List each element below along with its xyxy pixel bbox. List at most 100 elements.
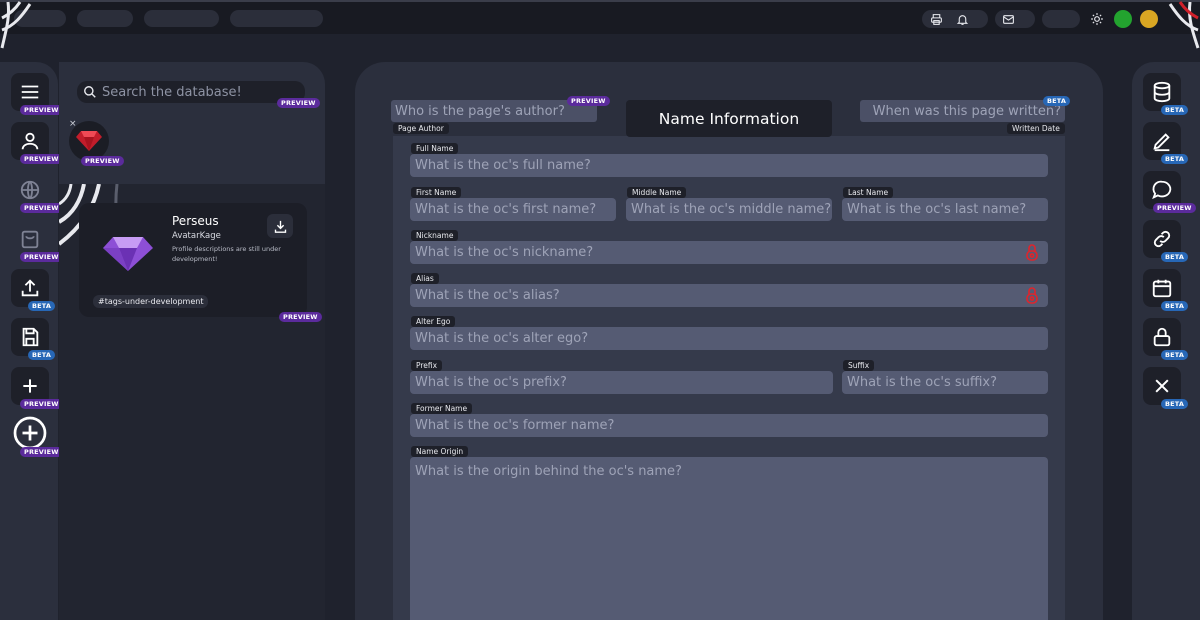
search-input[interactable]: Search the database! xyxy=(77,81,305,103)
bag-icon xyxy=(21,230,39,249)
top-bar xyxy=(0,0,1200,34)
link-icon xyxy=(1153,230,1171,248)
prefix-placeholder: What is the oc's prefix? xyxy=(415,375,567,390)
lock-icon[interactable] xyxy=(1026,287,1038,304)
page-author-placeholder: Who is the page's author? xyxy=(395,103,565,119)
former-name-input[interactable]: What is the oc's former name? xyxy=(410,414,1048,437)
alias-placeholder: What is the oc's alias? xyxy=(415,288,560,303)
lock-icon xyxy=(1153,327,1171,347)
full-name-placeholder: What is the oc's full name? xyxy=(415,158,591,173)
badge-preview: PREVIEW xyxy=(20,203,63,213)
badge-preview: PREVIEW xyxy=(20,252,63,262)
prefix-label: Prefix xyxy=(411,360,443,371)
written-date-input[interactable]: When was this page written? xyxy=(860,100,1065,122)
middle-name-input[interactable]: What is the oc's middle name? xyxy=(626,198,832,221)
last-name-label: Last Name xyxy=(843,187,894,198)
status-green-dot[interactable] xyxy=(1114,10,1132,28)
alias-input[interactable]: What is the oc's alias? xyxy=(410,284,1048,307)
printer-icon[interactable] xyxy=(926,10,946,28)
alter-ego-label: Alter Ego xyxy=(411,316,456,327)
profile-description: Profile descriptions are still under dev… xyxy=(172,245,281,263)
full-name-input[interactable]: What is the oc's full name? xyxy=(410,154,1048,177)
save-icon xyxy=(22,327,39,347)
first-name-placeholder: What is the oc's first name? xyxy=(415,202,597,217)
prefix-input[interactable]: What is the oc's prefix? xyxy=(410,371,833,394)
bell-icon[interactable] xyxy=(952,10,972,28)
corner-decoration-left xyxy=(0,1,32,49)
middle-name-label: Middle Name xyxy=(627,187,687,198)
badge-beta: BETA xyxy=(1161,252,1189,262)
badge-beta: BETA xyxy=(1161,399,1189,409)
written-date-label: Written Date xyxy=(1007,123,1065,134)
nickname-placeholder: What is the oc's nickname? xyxy=(415,245,594,260)
nav-pill-3[interactable] xyxy=(144,10,219,27)
avatar-badge: PREVIEW xyxy=(81,156,124,166)
badge-preview: PREVIEW xyxy=(20,399,63,409)
page-author-badge: PREVIEW xyxy=(567,96,610,106)
mail-icon[interactable] xyxy=(998,10,1018,28)
last-name-input[interactable]: What is the oc's last name? xyxy=(842,198,1048,221)
corner-decoration-right xyxy=(1168,1,1200,49)
lock-icon[interactable] xyxy=(1026,244,1038,261)
first-name-input[interactable]: What is the oc's first name? xyxy=(410,198,616,221)
profile-card[interactable]: Perseus AvatarKage Profile descriptions … xyxy=(79,203,307,317)
globe-icon xyxy=(20,180,40,200)
badge-preview: PREVIEW xyxy=(20,447,63,457)
nav-pill-4[interactable] xyxy=(230,10,323,27)
badge-beta: BETA xyxy=(28,301,56,311)
written-date-badge: BETA xyxy=(1043,96,1071,106)
suffix-input[interactable]: What is the oc's suffix? xyxy=(842,371,1048,394)
badge-beta: BETA xyxy=(1161,154,1189,164)
plus-icon xyxy=(23,379,37,393)
card-badge: PREVIEW xyxy=(279,312,322,322)
chat-icon xyxy=(1152,180,1172,200)
badge-beta: BETA xyxy=(1161,105,1189,115)
badge-preview: PREVIEW xyxy=(20,154,63,164)
profile-name: Perseus xyxy=(172,214,219,228)
former-name-placeholder: What is the oc's former name? xyxy=(415,418,615,433)
last-name-placeholder: What is the oc's last name? xyxy=(847,202,1027,217)
former-name-label: Former Name xyxy=(411,403,473,414)
nav-pill-2[interactable] xyxy=(77,10,133,27)
profile-tag[interactable]: #tags-under-development xyxy=(93,295,209,308)
download-icon xyxy=(274,220,286,233)
badge-beta: BETA xyxy=(28,350,56,360)
pencil-icon xyxy=(1153,133,1170,152)
search-badge: PREVIEW xyxy=(277,98,320,108)
search-icon xyxy=(84,86,96,98)
plus-circle-icon xyxy=(13,416,47,450)
database-icon xyxy=(1153,81,1171,103)
top-pill-empty[interactable] xyxy=(1042,10,1080,28)
sun-icon[interactable] xyxy=(1087,10,1107,28)
middle-name-placeholder: What is the oc's middle name? xyxy=(631,202,832,217)
nickname-input[interactable]: What is the oc's nickname? xyxy=(410,241,1048,264)
alias-label: Alias xyxy=(411,273,439,284)
user-icon xyxy=(21,132,39,150)
calendar-icon xyxy=(1152,279,1172,298)
suffix-placeholder: What is the oc's suffix? xyxy=(847,375,998,390)
ruby-gem-icon xyxy=(76,131,102,151)
section-title: Name Information xyxy=(626,100,832,137)
name-origin-placeholder: What is the origin behind the oc's name? xyxy=(415,464,682,479)
alter-ego-placeholder: What is the oc's alter ego? xyxy=(415,331,589,346)
close-icon xyxy=(1155,379,1169,393)
badge-preview: PREVIEW xyxy=(20,105,63,115)
download-button[interactable] xyxy=(267,214,293,238)
upload-icon xyxy=(21,279,39,297)
search-placeholder: Search the database! xyxy=(102,84,242,100)
nickname-label: Nickname xyxy=(411,230,459,241)
page-author-label: Page Author xyxy=(393,123,449,134)
amethyst-gem-icon xyxy=(103,237,153,271)
status-yellow-dot[interactable] xyxy=(1140,10,1158,28)
name-origin-label: Name Origin xyxy=(411,446,469,457)
badge-preview: PREVIEW xyxy=(1153,203,1196,213)
alter-ego-input[interactable]: What is the oc's alter ego? xyxy=(410,327,1048,350)
first-name-label: First Name xyxy=(411,187,462,198)
page-author-input[interactable]: Who is the page's author? xyxy=(391,100,597,122)
full-name-label: Full Name xyxy=(411,143,459,154)
written-date-placeholder: When was this page written? xyxy=(872,103,1061,119)
profile-username: AvatarKage xyxy=(172,231,221,241)
selected-avatar[interactable] xyxy=(69,121,109,161)
badge-beta: BETA xyxy=(1161,350,1189,360)
name-origin-textarea[interactable]: What is the origin behind the oc's name? xyxy=(410,457,1048,620)
